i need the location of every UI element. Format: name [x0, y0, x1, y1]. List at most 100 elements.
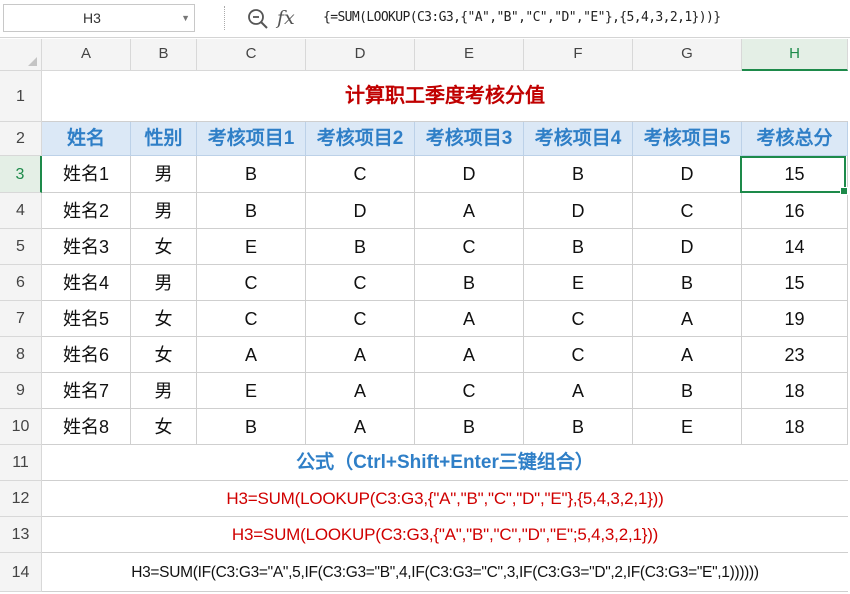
data-cell[interactable]: B — [197, 409, 306, 445]
formula-text-2[interactable]: H3=SUM(LOOKUP(C3:G3,{"A","B","C","D","E"… — [42, 517, 848, 553]
header-cell[interactable]: 考核项目5 — [633, 122, 742, 156]
formula-section-title[interactable]: 公式（Ctrl+Shift+Enter三键组合） — [42, 445, 848, 481]
score-cell[interactable]: 18 — [742, 373, 848, 409]
data-cell[interactable]: E — [197, 373, 306, 409]
data-cell[interactable]: B — [524, 409, 633, 445]
data-cell[interactable]: 女 — [131, 301, 197, 337]
data-cell[interactable]: 姓名7 — [42, 373, 131, 409]
score-cell[interactable]: 16 — [742, 193, 848, 229]
data-cell[interactable]: A — [306, 337, 415, 373]
data-cell[interactable]: B — [197, 193, 306, 229]
data-cell[interactable]: 男 — [131, 156, 197, 193]
name-box-value[interactable]: H3 — [4, 5, 180, 31]
data-cell[interactable]: 女 — [131, 409, 197, 445]
formula-text-3[interactable]: H3=SUM(IF(C3:G3="A",5,IF(C3:G3="B",4,IF(… — [42, 553, 848, 592]
row-header-10[interactable]: 10 — [0, 409, 42, 445]
row-header-1[interactable]: 1 — [0, 71, 42, 122]
data-cell[interactable]: 女 — [131, 229, 197, 265]
score-cell[interactable]: 18 — [742, 409, 848, 445]
data-cell[interactable]: A — [306, 373, 415, 409]
data-cell[interactable]: C — [415, 229, 524, 265]
data-cell[interactable]: B — [306, 229, 415, 265]
header-cell[interactable]: 性别 — [131, 122, 197, 156]
row-header-3[interactable]: 3 — [0, 156, 42, 193]
data-cell[interactable]: A — [633, 337, 742, 373]
data-cell[interactable]: D — [633, 156, 742, 193]
select-all-corner[interactable] — [0, 39, 42, 71]
data-cell[interactable]: B — [633, 373, 742, 409]
column-header-b[interactable]: B — [131, 39, 197, 71]
data-cell[interactable]: A — [306, 409, 415, 445]
data-cell[interactable]: A — [415, 337, 524, 373]
data-cell[interactable]: A — [197, 337, 306, 373]
column-header-e[interactable]: E — [415, 39, 524, 71]
row-header-8[interactable]: 8 — [0, 337, 42, 373]
row-header-4[interactable]: 4 — [0, 193, 42, 229]
data-cell[interactable]: 姓名6 — [42, 337, 131, 373]
data-cell[interactable]: D — [306, 193, 415, 229]
data-cell[interactable]: B — [633, 265, 742, 301]
row-header-12[interactable]: 12 — [0, 481, 42, 517]
data-cell[interactable]: A — [633, 301, 742, 337]
function-icon[interactable]: fx — [277, 4, 295, 32]
column-header-f[interactable]: F — [524, 39, 633, 71]
column-header-c[interactable]: C — [197, 39, 306, 71]
column-header-d[interactable]: D — [306, 39, 415, 71]
row-header-13[interactable]: 13 — [0, 517, 42, 553]
data-cell[interactable]: C — [306, 301, 415, 337]
row-header-5[interactable]: 5 — [0, 229, 42, 265]
column-header-g[interactable]: G — [633, 39, 742, 71]
column-header-a[interactable]: A — [42, 39, 131, 71]
magnifier-icon[interactable] — [247, 8, 269, 30]
header-cell[interactable]: 姓名 — [42, 122, 131, 156]
data-cell[interactable]: C — [633, 193, 742, 229]
data-cell[interactable]: 女 — [131, 337, 197, 373]
data-cell[interactable]: B — [524, 156, 633, 193]
data-cell[interactable]: D — [415, 156, 524, 193]
data-cell[interactable]: B — [524, 229, 633, 265]
data-cell[interactable]: C — [197, 265, 306, 301]
header-cell[interactable]: 考核项目3 — [415, 122, 524, 156]
name-box[interactable]: H3 ▼ — [3, 4, 195, 32]
formula-input[interactable]: {=SUM(LOOKUP(C3:G3,{"A","B","C","D","E"}… — [323, 4, 850, 32]
chevron-down-icon[interactable]: ▼ — [181, 5, 190, 31]
data-cell[interactable]: 姓名2 — [42, 193, 131, 229]
header-cell[interactable]: 考核总分 — [742, 122, 848, 156]
data-cell[interactable]: A — [415, 301, 524, 337]
data-cell[interactable]: B — [415, 409, 524, 445]
sheet-title[interactable]: 计算职工季度考核分值 — [42, 71, 848, 122]
data-cell[interactable]: 姓名3 — [42, 229, 131, 265]
data-cell[interactable]: 姓名1 — [42, 156, 131, 193]
data-cell[interactable]: 姓名4 — [42, 265, 131, 301]
score-cell[interactable]: 15 — [742, 156, 848, 193]
data-cell[interactable]: C — [524, 301, 633, 337]
score-cell[interactable]: 14 — [742, 229, 848, 265]
data-cell[interactable]: B — [197, 156, 306, 193]
score-cell[interactable]: 15 — [742, 265, 848, 301]
row-header-9[interactable]: 9 — [0, 373, 42, 409]
data-cell[interactable]: C — [197, 301, 306, 337]
score-cell[interactable]: 19 — [742, 301, 848, 337]
header-cell[interactable]: 考核项目2 — [306, 122, 415, 156]
column-header-h[interactable]: H — [742, 39, 848, 71]
data-cell[interactable]: C — [524, 337, 633, 373]
data-cell[interactable]: A — [524, 373, 633, 409]
data-cell[interactable]: E — [197, 229, 306, 265]
data-cell[interactable]: 姓名5 — [42, 301, 131, 337]
data-cell[interactable]: C — [306, 265, 415, 301]
header-cell[interactable]: 考核项目4 — [524, 122, 633, 156]
row-header-7[interactable]: 7 — [0, 301, 42, 337]
data-cell[interactable]: 男 — [131, 193, 197, 229]
data-cell[interactable]: D — [524, 193, 633, 229]
data-cell[interactable]: C — [415, 373, 524, 409]
score-cell[interactable]: 23 — [742, 337, 848, 373]
data-cell[interactable]: D — [633, 229, 742, 265]
formula-text-1[interactable]: H3=SUM(LOOKUP(C3:G3,{"A","B","C","D","E"… — [42, 481, 848, 517]
header-cell[interactable]: 考核项目1 — [197, 122, 306, 156]
data-cell[interactable]: B — [415, 265, 524, 301]
row-header-6[interactable]: 6 — [0, 265, 42, 301]
data-cell[interactable]: 姓名8 — [42, 409, 131, 445]
data-cell[interactable]: C — [306, 156, 415, 193]
data-cell[interactable]: E — [524, 265, 633, 301]
row-header-2[interactable]: 2 — [0, 122, 42, 156]
